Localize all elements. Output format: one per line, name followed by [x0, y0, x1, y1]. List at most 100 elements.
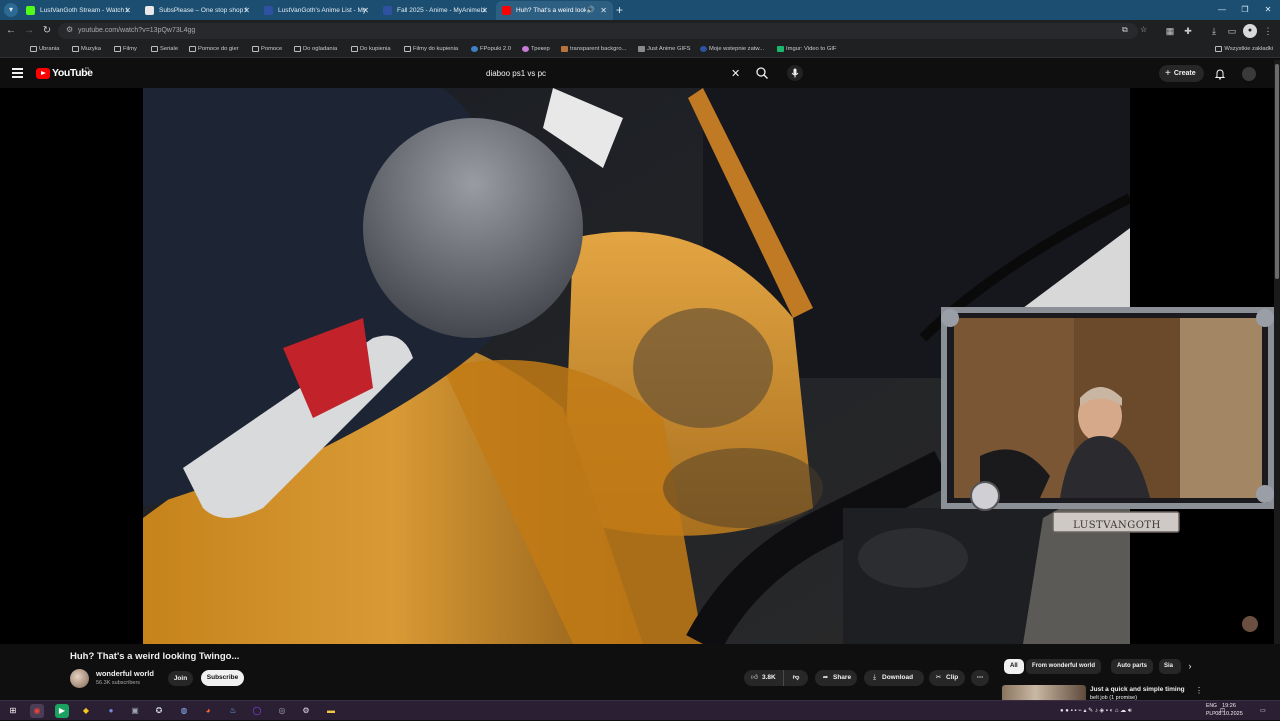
chevron-right-icon[interactable]: › [1184, 659, 1196, 674]
speaker-icon[interactable]: 🔊 [586, 1, 595, 20]
youtube-logo-icon[interactable] [36, 68, 50, 79]
notifications-icon[interactable]: ▭ [1260, 701, 1266, 721]
bookmark-link[interactable]: Трекер [522, 42, 550, 57]
like-button[interactable]: 👍︎ 3.8K [744, 670, 784, 686]
bookmark-folder[interactable]: Pomoce do gier [189, 42, 239, 57]
page-scrollbar-thumb[interactable] [1275, 64, 1279, 279]
bookmark-folder[interactable]: Filmy [114, 42, 137, 57]
system-tray-icons[interactable]: ● ● ▪ ▪ ⌁ ▴ ✎ ♪ ◈ ▪ ◐ ⌂ ☁ 🔊︎ [1060, 701, 1132, 721]
bookmark-folder[interactable]: Ubrania [30, 42, 59, 57]
voice-search-icon[interactable] [787, 65, 803, 81]
create-button[interactable]: + Create [1159, 65, 1204, 82]
chip-auto-parts[interactable]: Auto parts [1111, 659, 1153, 674]
bookmark-folder[interactable]: Filmy do kupienia [404, 42, 458, 57]
all-bookmarks-folder[interactable]: Wszystkie zakładki [1215, 42, 1273, 57]
dislike-button[interactable]: 👎︎ [788, 670, 804, 686]
tab-groups-icon[interactable]: ▭ [1225, 24, 1239, 38]
address-bar[interactable]: ⚙ youtube.com/watch?v=13pQw73L4gg ⧉ ☆ [58, 23, 1147, 39]
browser-tab-kick[interactable]: LustVanGoth Stream - Watch Li ✕ [20, 1, 137, 20]
recommendation-title[interactable]: Just a quick and simple timing [1090, 686, 1190, 694]
new-tab-button[interactable]: + [616, 0, 628, 20]
bookmark-link[interactable]: FPopuki 2.0 [471, 42, 511, 57]
bookmark-link[interactable]: Just Anime GIFS [638, 42, 691, 57]
tab-close-icon[interactable]: ✕ [600, 1, 607, 20]
bookmark-folder[interactable]: Muzyka [72, 42, 101, 57]
extension-icon[interactable]: ▦ [1163, 24, 1177, 38]
reload-button[interactable]: ↻ [40, 24, 54, 38]
bookmark-folder[interactable]: Do ogladania [294, 42, 337, 57]
folder-icon [252, 46, 259, 52]
bookmark-folder[interactable]: Do kupienia [351, 42, 391, 57]
install-app-icon[interactable]: ⧉ [1122, 25, 1128, 35]
windows-start-icon[interactable]: ⊞ [6, 704, 20, 718]
channel-name[interactable]: wonderful world [96, 669, 154, 678]
steam-taskbar-icon[interactable]: ♨ [226, 704, 240, 718]
downloads-icon[interactable]: ⤓ [1207, 24, 1221, 38]
chip-all[interactable]: All [1004, 659, 1024, 674]
chip-partial[interactable]: Sia [1159, 659, 1181, 674]
back-button[interactable]: ← [4, 24, 18, 38]
folder-icon [114, 46, 121, 52]
browser-tab-animelist[interactable]: LustVanGoth's Anime List - My ✕ [258, 1, 375, 20]
join-button[interactable]: Join [168, 671, 193, 686]
chip-from-channel[interactable]: From wonderful world [1026, 659, 1101, 674]
download-button[interactable]: ⤓ Download [864, 670, 924, 686]
tab-close-icon[interactable]: ✕ [362, 1, 369, 20]
bookmark-folder[interactable]: Seriale [151, 42, 178, 57]
bookmark-link[interactable]: transparent backgro... [561, 42, 626, 57]
discord-taskbar-icon[interactable]: ● [104, 704, 118, 718]
taskbar-clock[interactable]: 19:26 08.10.2025 [1214, 703, 1244, 718]
browser-tab-youtube[interactable]: Huh? That's a weird looking 🔊 ✕ [496, 1, 613, 20]
app-taskbar-icon[interactable]: ▣ [128, 704, 142, 718]
tab-close-icon[interactable]: ✕ [481, 1, 488, 20]
subscribe-button[interactable]: Subscribe [201, 670, 244, 686]
bookmark-label: Muzyka [81, 46, 101, 52]
app-taskbar-icon[interactable]: ◎ [275, 704, 289, 718]
file-explorer-taskbar-icon[interactable]: ▬ [324, 704, 338, 718]
extensions-puzzle-icon[interactable]: ✚ [1181, 24, 1195, 38]
clip-button[interactable]: ✂ Clip [929, 670, 965, 686]
tab-title: LustVanGoth's Anime List - My [278, 7, 366, 14]
notifications-bell-icon[interactable] [1214, 68, 1226, 80]
subsplease-favicon-icon [145, 6, 154, 15]
kick-taskbar-icon[interactable]: ▶ [55, 704, 69, 718]
forward-button[interactable]: → [22, 24, 36, 38]
app-taskbar-icon[interactable]: ✪ [152, 704, 166, 718]
browser-tab-fall-anime[interactable]: Fall 2025 - Anime - MyAnimeLi ✕ [377, 1, 494, 20]
share-button[interactable]: ➦ Share [815, 670, 857, 686]
app-taskbar-icon[interactable]: ⚙ [299, 704, 313, 718]
maximize-window-button[interactable]: ❐ [1233, 0, 1257, 20]
twitch-taskbar-icon[interactable]: ◯ [250, 704, 264, 718]
clear-search-icon[interactable]: ✕ [731, 67, 740, 80]
channel-watermark[interactable] [1242, 616, 1258, 632]
chrome-taskbar-icon[interactable]: ◉ [30, 704, 44, 718]
tab-close-icon[interactable]: ✕ [243, 1, 250, 20]
bookmark-star-icon[interactable]: ☆ [1140, 25, 1147, 34]
app-taskbar-icon[interactable]: ◍ [177, 704, 191, 718]
more-actions-button[interactable]: ⋯ [971, 670, 989, 686]
minimize-window-button[interactable]: — [1210, 0, 1234, 20]
app-taskbar-icon[interactable]: ◆ [79, 704, 93, 718]
clip-label: Clip [946, 674, 959, 681]
tab-search-icon[interactable]: ▾ [4, 3, 18, 17]
close-window-button[interactable]: ✕ [1256, 0, 1280, 20]
video-player[interactable]: LUSTVANGOTH [0, 88, 1280, 644]
bookmark-folder[interactable]: Pomoce [252, 42, 282, 57]
tab-close-icon[interactable]: ✕ [124, 1, 131, 20]
recommendation-thumbnail[interactable] [1002, 685, 1086, 700]
bookmark-link[interactable]: Moje wstepnie zatw... [700, 42, 764, 57]
recommendation-menu-icon[interactable]: ⋮ [1195, 686, 1203, 695]
search-icon[interactable] [755, 66, 769, 80]
account-avatar[interactable] [1242, 67, 1256, 81]
site-info-icon[interactable]: ⚙ [66, 25, 73, 34]
firefox-taskbar-icon[interactable]: ◕ [201, 704, 215, 718]
chrome-menu-icon[interactable]: ⋮ [1261, 24, 1275, 38]
watch-metadata: Huh? That's a weird looking Twingo... wo… [0, 644, 1280, 700]
clock-time: 19:26 [1222, 703, 1236, 709]
search-input[interactable]: diaboo ps1 vs pc [486, 69, 546, 78]
bookmark-link[interactable]: Imgur: Video to GIF [777, 42, 836, 57]
channel-avatar[interactable] [70, 669, 89, 688]
browser-tab-subsplease[interactable]: SubsPlease – One stop shop fo ✕ [139, 1, 256, 20]
guide-menu-icon[interactable] [12, 68, 23, 78]
profile-avatar[interactable]: ● [1243, 24, 1257, 38]
